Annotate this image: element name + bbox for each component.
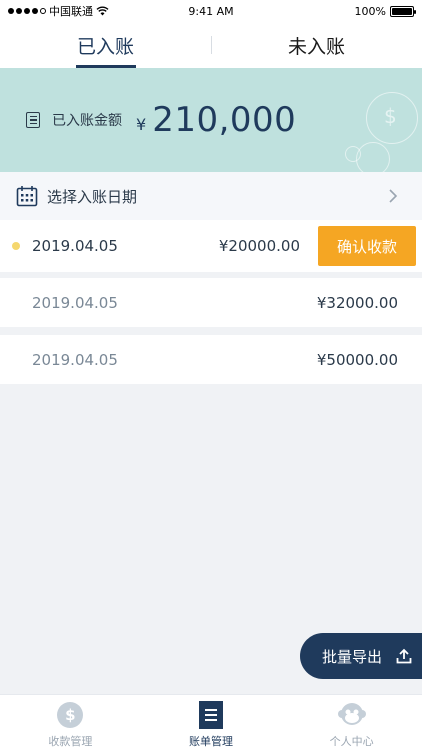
upload-icon — [396, 648, 412, 664]
record-row[interactable]: 2019.04.05 ¥20000.00 确认收款 — [0, 220, 422, 272]
confirm-receipt-button[interactable]: 确认收款 — [318, 226, 416, 266]
nav-personal-center[interactable]: 个人中心 — [281, 695, 422, 750]
summary-amount: 210,000 — [152, 100, 297, 140]
battery-percentage: 100% — [354, 4, 386, 18]
record-date: 2019.04.05 — [32, 350, 118, 369]
record-date: 2019.04.05 — [32, 293, 118, 312]
nav-label: 收款管理 — [48, 735, 93, 748]
signal-strength-icon — [8, 8, 46, 14]
bill-list-icon — [197, 701, 225, 729]
record-amount: ¥50000.00 — [316, 350, 398, 369]
tab-bar: 已入账 未入账 — [0, 22, 422, 68]
summary-banner: 已入账金额 ¥ 210,000 $ — [0, 68, 422, 172]
calendar-icon — [16, 186, 38, 207]
dollar-coin-icon: $ — [56, 701, 84, 729]
nav-payment-management[interactable]: $ 收款管理 — [0, 695, 141, 750]
tab-divider — [211, 36, 212, 54]
pending-status-dot — [12, 242, 20, 250]
date-picker-label: 选择入账日期 — [47, 187, 138, 206]
status-right: 100% — [354, 4, 416, 18]
nav-label: 账单管理 — [189, 735, 233, 748]
batch-export-label: 批量导出 — [322, 647, 383, 666]
tab-recorded[interactable]: 已入账 — [0, 22, 211, 68]
bottom-navigation: $ 收款管理 账单管理 个人中心 — [0, 694, 422, 750]
summary-label: 已入账金额 — [52, 113, 122, 129]
record-date: 2019.04.05 — [32, 237, 118, 255]
record-row[interactable]: 2019.04.05 ¥32000.00 — [0, 278, 422, 327]
chevron-right-icon — [389, 189, 398, 203]
record-row[interactable]: 2019.04.05 ¥50000.00 — [0, 335, 422, 384]
tab-recorded-label: 已入账 — [76, 35, 134, 58]
document-icon — [26, 112, 40, 128]
record-amount: ¥32000.00 — [316, 293, 398, 312]
nav-bill-management[interactable]: 账单管理 — [141, 695, 282, 750]
status-bar: 中国联通 9:41 AM 100% — [0, 0, 422, 22]
status-left: 中国联通 — [8, 3, 109, 19]
nav-label: 个人中心 — [329, 735, 374, 748]
decorative-circle — [356, 142, 390, 172]
carrier-name: 中国联通 — [49, 5, 93, 18]
date-picker-row[interactable]: 选择入账日期 — [0, 172, 422, 220]
tab-unrecorded-label: 未入账 — [287, 35, 345, 58]
record-amount: ¥20000.00 — [218, 237, 300, 255]
summary-currency: ¥ — [136, 114, 147, 134]
battery-icon — [390, 5, 416, 17]
monkey-face-icon — [337, 701, 366, 729]
tab-unrecorded[interactable]: 未入账 — [211, 22, 422, 68]
decorative-dollar-icon: $ — [384, 104, 397, 128]
wifi-icon — [96, 6, 109, 16]
batch-export-button[interactable]: 批量导出 — [300, 633, 422, 679]
